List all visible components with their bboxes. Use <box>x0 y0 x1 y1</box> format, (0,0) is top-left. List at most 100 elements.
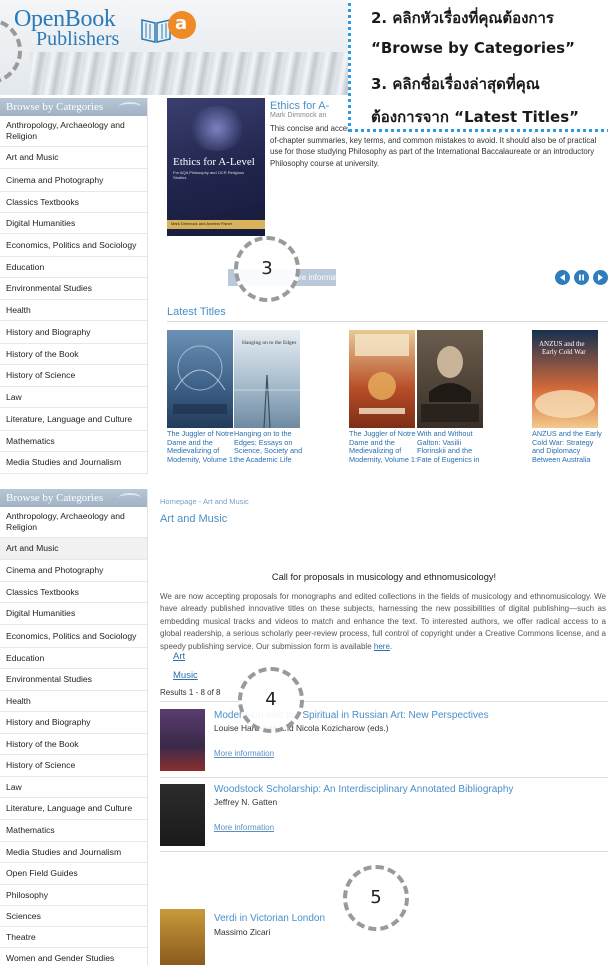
svg-text:Early Cold War: Early Cold War <box>542 348 586 356</box>
logo-line2: Publishers <box>36 28 120 50</box>
open-access-icon[interactable]: a <box>168 11 196 39</box>
header-book-banner <box>30 52 350 95</box>
callout-line: 2. คลิกหัวเรื่องที่คุณต้องการ <box>371 9 554 27</box>
page-title: Art and Music <box>160 513 228 525</box>
sidebar-category-item[interactable]: Law <box>0 777 147 798</box>
latest-book-cover[interactable]: Hanging on to the Edges <box>234 330 300 428</box>
cover-subtitle: For AQA Philosophy and OCR Religious Stu… <box>173 170 245 180</box>
breadcrumb[interactable]: Homepage - Art and Music <box>160 497 249 506</box>
latest-book-caption[interactable]: Hanging on to the Edges: Essays on Scien… <box>234 429 304 464</box>
latest-book-caption[interactable]: The Juggler of Notre Dame and the Mediev… <box>167 429 237 464</box>
sidebar-category-item[interactable]: Philosophy <box>0 885 147 906</box>
step-marker: 5 <box>343 865 409 931</box>
open-book-icon <box>141 19 171 43</box>
sidebar-category-item[interactable]: History of Science <box>0 365 147 387</box>
sidebar-category-item[interactable]: History of Science <box>0 755 147 777</box>
sidebar-category-item[interactable]: Literature, Language and Culture <box>0 408 147 431</box>
cfp-body: We are now accepting proposals for monog… <box>160 592 606 651</box>
divider <box>160 777 608 778</box>
sidebar-category-item[interactable]: Anthropology, Archaeology and Religion <box>0 116 147 147</box>
sidebar-category-item[interactable]: Media Studies and Journalism <box>0 842 147 863</box>
category-page-screenshot: Browse by Categories Anthropology, Archa… <box>0 487 608 965</box>
sidebar-category-item[interactable]: Media Studies and Journalism <box>0 452 147 474</box>
callout-line: “Browse by Categories” <box>371 39 575 57</box>
result-authors: Jeffrey N. Gatten <box>214 797 278 807</box>
divider <box>160 851 608 852</box>
latest-book-cover[interactable]: ANZUS and the Early Cold War <box>532 330 598 428</box>
sidebar-category-item[interactable]: Environmental Studies <box>0 669 147 691</box>
sidebar-category-item[interactable]: Environmental Studies <box>0 278 147 300</box>
sidebar-category-item[interactable]: Law <box>0 387 147 408</box>
result-title[interactable]: Woodstock Scholarship: An Interdisciplin… <box>214 784 513 795</box>
result-book-cover[interactable] <box>160 909 205 965</box>
result-book-cover[interactable] <box>160 709 205 771</box>
sidebar-category-item[interactable]: Literature, Language and Culture <box>0 798 147 820</box>
categories-sidebar: Browse by Categories Anthropology, Archa… <box>0 489 148 965</box>
divider <box>167 321 608 322</box>
sidebar-category-item[interactable]: Health <box>0 300 147 321</box>
sidebar-category-item[interactable]: History of the Book <box>0 734 147 755</box>
latest-book-caption[interactable]: With and Without Galton: Vasilii Florins… <box>417 429 487 464</box>
divider <box>160 701 608 702</box>
latest-book-cover[interactable] <box>417 330 483 428</box>
result-title[interactable]: Verdi in Victorian London <box>214 913 325 924</box>
sidebar-category-item[interactable]: Classics Textbooks <box>0 582 147 603</box>
sidebar-category-item[interactable]: History of the Book <box>0 344 147 365</box>
sidebar-category-item[interactable]: Anthropology, Archaeology and Religion <box>0 507 147 538</box>
sidebar-category-item[interactable]: Women and Gender Studies <box>0 948 147 965</box>
sidebar-category-item[interactable]: Education <box>0 257 147 278</box>
sidebar-heading: Browse by Categories <box>0 489 147 507</box>
sidebar-category-item[interactable]: Digital Humanities <box>0 213 147 234</box>
callout-line: 3. คลิกชื่อเรื่องล่าสุดที่คุณ <box>371 75 540 93</box>
subcategory-link-music[interactable]: Music <box>173 670 198 681</box>
more-information-link[interactable]: More information <box>214 749 274 758</box>
featured-book-authors: Mark Dimmock an <box>270 112 327 119</box>
submission-form-link[interactable]: here <box>374 642 390 651</box>
sidebar-category-item[interactable]: Theatre <box>0 927 147 948</box>
sidebar-category-item[interactable]: Art and Music <box>0 538 147 560</box>
sidebar-category-item[interactable]: Classics Textbooks <box>0 192 147 213</box>
subcategory-link-art[interactable]: Art <box>173 651 185 662</box>
sidebar-category-item[interactable]: Cinema and Photography <box>0 169 147 192</box>
featured-book-cover[interactable]: Ethics for A-Level For AQA Philosophy an… <box>167 98 265 236</box>
callout-line: ต้องการจาก “Latest Titles” <box>371 108 580 126</box>
sidebar-category-item[interactable]: History and Biography <box>0 321 147 344</box>
cover-authors: Mark Dimmock and Andrew Fisher <box>171 221 233 226</box>
result-book-cover[interactable] <box>160 784 205 846</box>
sidebar-category-item[interactable]: Open Field Guides <box>0 863 147 885</box>
sidebar-heading: Browse by Categories <box>0 98 147 116</box>
sidebar-category-item[interactable]: Mathematics <box>0 431 147 452</box>
sidebar-category-item[interactable]: Digital Humanities <box>0 603 147 625</box>
sidebar-category-item[interactable]: Health <box>0 691 147 712</box>
categories-sidebar: Browse by Categories Anthropology, Archa… <box>0 98 148 474</box>
svg-text:Hanging on to the Edges: Hanging on to the Edges <box>242 340 296 346</box>
homepage-screenshot: OpenBook Publishers a Browse by Categori… <box>0 0 608 482</box>
step-marker: 4 <box>238 667 304 733</box>
sidebar-category-item[interactable]: Economics, Politics and Sociology <box>0 234 147 257</box>
sidebar-category-item[interactable]: History and Biography <box>0 712 147 734</box>
openbook-logo[interactable]: OpenBook Publishers <box>14 6 171 56</box>
svg-text:ANZUS and the: ANZUS and the <box>539 340 585 348</box>
sidebar-category-item[interactable]: Art and Music <box>0 147 147 169</box>
previous-icon[interactable] <box>555 270 570 285</box>
latest-book-caption[interactable]: ANZUS and the Early Cold War: Strategy a… <box>532 429 602 464</box>
cover-title: Ethics for A-Level <box>173 156 255 168</box>
latest-titles-heading: Latest Titles <box>167 306 226 318</box>
next-icon[interactable] <box>593 270 608 285</box>
latest-book-cover[interactable] <box>349 330 415 428</box>
latest-book-cover[interactable] <box>167 330 233 428</box>
sidebar-category-item[interactable]: Mathematics <box>0 820 147 842</box>
sidebar-category-item[interactable]: Sciences <box>0 906 147 927</box>
pause-icon[interactable] <box>574 270 589 285</box>
sidebar-category-item[interactable]: Education <box>0 648 147 669</box>
more-information-link[interactable]: More information <box>214 823 274 832</box>
step-marker: 3 <box>234 236 300 302</box>
result-authors: Louise Hardiman and Nicola Kozicharow (e… <box>214 723 389 733</box>
featured-book-title[interactable]: Ethics for A- <box>270 100 329 112</box>
latest-book-caption[interactable]: The Juggler of Notre Dame and the Mediev… <box>349 429 419 464</box>
cfp-heading: Call for proposals in musicology and eth… <box>271 572 497 582</box>
results-count: Results 1 - 8 of 8 <box>160 688 221 697</box>
sidebar-category-item[interactable]: Economics, Politics and Sociology <box>0 625 147 648</box>
result-authors: Massimo Zicari <box>214 927 271 937</box>
sidebar-category-item[interactable]: Cinema and Photography <box>0 560 147 582</box>
